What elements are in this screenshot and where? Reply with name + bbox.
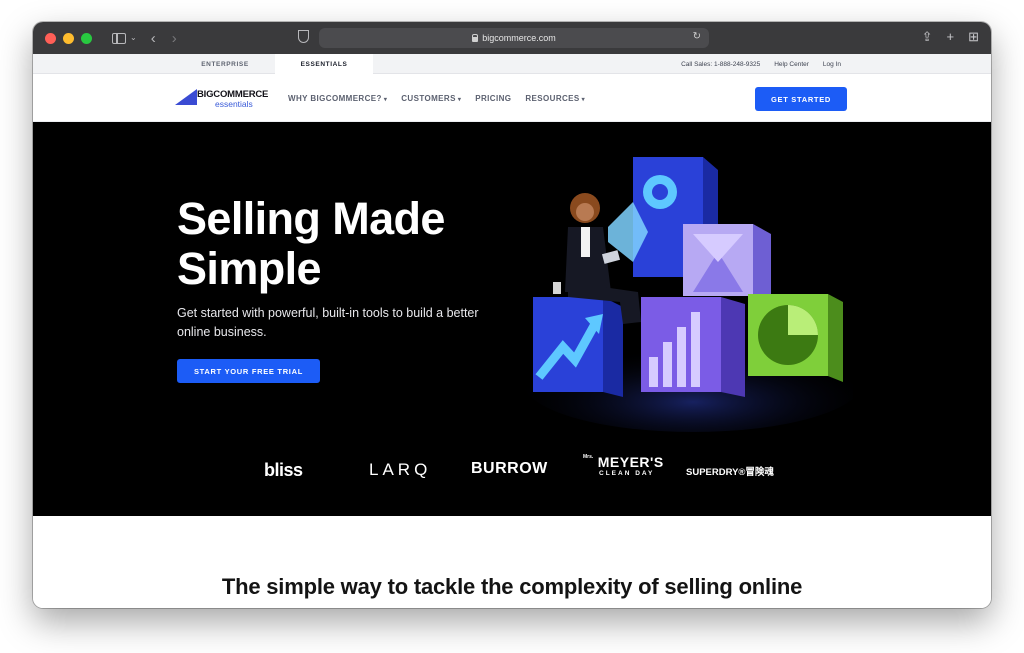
back-button[interactable]: ‹ bbox=[151, 31, 156, 46]
intro-section: The simple way to tackle the complexity … bbox=[33, 516, 991, 608]
nav-item-label: WHY BIGCOMMERCE? bbox=[288, 93, 382, 103]
main-navigation: BIGCOMMERCE essentials WHY BIGCOMMERCE? ▾… bbox=[33, 74, 991, 122]
window-controls bbox=[45, 32, 92, 44]
logo-superdry: SUPERDRY®冒険魂 bbox=[686, 467, 774, 478]
log-in-link[interactable]: Log In bbox=[823, 61, 841, 68]
logo-burrow: BURROW bbox=[471, 460, 548, 477]
tab-enterprise-label: ENTERPRISE bbox=[201, 60, 249, 68]
hero-title-line-2: Simple bbox=[177, 243, 322, 294]
nav-item-customers[interactable]: CUSTOMERS ▾ bbox=[401, 94, 461, 103]
browser-window: ⌄ ‹ › bigcommerce.com ↻ ⇪ + ⊞ ENTERPRISE… bbox=[33, 22, 991, 608]
forward-button[interactable]: › bbox=[172, 31, 177, 46]
nav-item-pricing[interactable]: PRICING bbox=[475, 94, 511, 103]
hero-title: Selling Made Simple bbox=[177, 194, 507, 294]
bars-cube-side bbox=[721, 297, 745, 397]
logo-meyers-prefix: Mrs. bbox=[583, 454, 594, 460]
bar-4 bbox=[691, 312, 700, 387]
tab-essentials[interactable]: ESSENTIALS bbox=[275, 54, 373, 74]
ring-inner bbox=[652, 184, 668, 200]
chevron-down-icon: ▾ bbox=[581, 96, 586, 103]
sidebar-icon bbox=[112, 32, 126, 44]
nav-item-label: RESOURCES bbox=[525, 93, 580, 103]
logo-meyers-sub: CLEAN DAY bbox=[599, 470, 655, 477]
privacy-shield-icon[interactable] bbox=[298, 30, 309, 43]
address-bar[interactable]: bigcommerce.com ↻ bbox=[319, 28, 709, 48]
chevron-down-icon: ▾ bbox=[457, 96, 462, 103]
logo-meyers-main: MEYER'S bbox=[597, 454, 664, 470]
lavender-cube-side bbox=[753, 224, 771, 302]
bar-1 bbox=[649, 357, 658, 387]
logo-subtitle: essentials bbox=[215, 99, 253, 109]
call-sales-link[interactable]: Call Sales: 1-888-248-9325 bbox=[681, 61, 760, 68]
hero-illustration bbox=[523, 157, 853, 432]
arrow-cube-side bbox=[603, 297, 623, 397]
hero-section: Selling Made Simple Get started with pow… bbox=[33, 122, 991, 516]
get-started-button[interactable]: GET STARTED bbox=[755, 87, 847, 111]
hero-subtitle: Get started with powerful, built-in tool… bbox=[177, 306, 479, 339]
browser-toolbar: ⌄ ‹ › bigcommerce.com ↻ ⇪ + ⊞ bbox=[33, 22, 991, 54]
customer-logos: bliss LARQ BURROW Mrs. MEYER'S CLEAN DAY… bbox=[33, 452, 991, 492]
nav-item-label: PRICING bbox=[475, 93, 512, 103]
section-heading: The simple way to tackle the complexity … bbox=[221, 574, 803, 599]
bar-2 bbox=[663, 342, 672, 387]
logo-larq: LARQ bbox=[369, 460, 432, 479]
bar-3 bbox=[677, 327, 686, 387]
lock-icon bbox=[472, 33, 479, 42]
pie-cube-side bbox=[828, 294, 843, 382]
nav-item-resources[interactable]: RESOURCES ▾ bbox=[525, 94, 585, 103]
person-shirt bbox=[581, 227, 590, 257]
tab-essentials-label: ESSENTIALS bbox=[300, 60, 348, 68]
logo-mark-icon bbox=[175, 89, 197, 105]
help-center-link[interactable]: Help Center bbox=[774, 61, 809, 68]
sidebar-toggle-button[interactable]: ⌄ bbox=[112, 32, 137, 44]
nav-item-label: CUSTOMERS bbox=[401, 93, 456, 103]
bigcommerce-logo[interactable]: BIGCOMMERCE essentials bbox=[175, 87, 268, 111]
close-window-button[interactable] bbox=[45, 32, 56, 44]
logo-mrs-meyers: Mrs. MEYER'S CLEAN DAY bbox=[583, 454, 673, 477]
start-free-trial-button[interactable]: START YOUR FREE TRIAL bbox=[177, 359, 320, 383]
tab-overview-icon[interactable]: ⊞ bbox=[968, 29, 979, 45]
reload-icon[interactable]: ↻ bbox=[693, 31, 701, 42]
coffee-cup bbox=[553, 282, 561, 294]
share-icon[interactable]: ⇪ bbox=[922, 29, 933, 45]
utility-bar: ENTERPRISE ESSENTIALS Call Sales: 1-888-… bbox=[33, 54, 991, 74]
chevron-down-icon: ⌄ bbox=[130, 33, 137, 42]
nav-menu: WHY BIGCOMMERCE? ▾ CUSTOMERS ▾ PRICING RES… bbox=[288, 74, 585, 122]
zoom-window-button[interactable] bbox=[81, 32, 92, 44]
hero-title-line-1: Selling Made bbox=[177, 193, 445, 244]
address-url: bigcommerce.com bbox=[482, 33, 556, 43]
nav-item-why-bigcommerce[interactable]: WHY BIGCOMMERCE? ▾ bbox=[288, 94, 387, 103]
minimize-window-button[interactable] bbox=[63, 32, 74, 44]
chevron-down-icon: ▾ bbox=[383, 96, 388, 103]
new-tab-icon[interactable]: + bbox=[947, 29, 955, 45]
logo-bliss: bliss bbox=[264, 460, 303, 480]
person-face bbox=[576, 203, 594, 221]
tab-enterprise[interactable]: ENTERPRISE bbox=[179, 54, 271, 74]
